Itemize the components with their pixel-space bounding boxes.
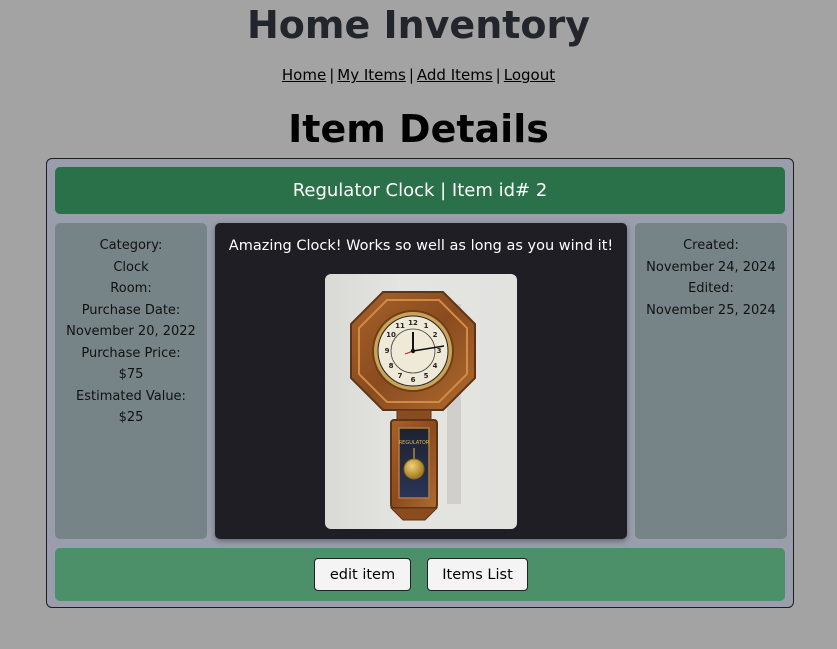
purchase-price-label: Purchase Price: xyxy=(81,345,181,361)
svg-text:4: 4 xyxy=(433,362,438,370)
items-list-button[interactable]: Items List xyxy=(427,558,528,591)
nav-link-logout[interactable]: Logout xyxy=(504,66,555,84)
purchase-date-value: November 20, 2022 xyxy=(66,324,196,339)
category-label: Category: xyxy=(99,238,163,253)
estimated-value-value: $25 xyxy=(118,410,144,425)
item-meta-panel: Created: November 24, 2024 Edited: Novem… xyxy=(635,223,787,539)
nav-separator: | xyxy=(495,66,501,84)
svg-text:9: 9 xyxy=(385,347,390,355)
purchase-price-value: $75 xyxy=(118,367,144,382)
item-description: Amazing Clock! Works so well as long as … xyxy=(228,238,614,254)
svg-text:1: 1 xyxy=(424,322,429,330)
room-label: Room: xyxy=(110,281,152,296)
regulator-clock-image: 12 1 2 3 4 5 6 7 8 9 10 11 REGULATOR xyxy=(350,291,476,521)
edited-value: November 25, 2024 xyxy=(646,302,776,318)
page-title: Item Details xyxy=(288,107,549,151)
svg-text:12: 12 xyxy=(408,319,418,327)
item-header: Regulator Clock | Item id# 2 xyxy=(55,167,785,214)
svg-text:3: 3 xyxy=(437,347,442,355)
item-info-panel: Category: Clock Room: Purchase Date: Nov… xyxy=(55,223,207,539)
estimated-value-label: Estimated Value: xyxy=(76,388,186,404)
item-description-panel: Amazing Clock! Works so well as long as … xyxy=(215,223,627,539)
created-value: November 24, 2024 xyxy=(646,259,776,275)
svg-text:6: 6 xyxy=(411,376,416,384)
svg-text:5: 5 xyxy=(424,372,429,380)
item-details-card: Regulator Clock | Item id# 2 Category: C… xyxy=(46,158,794,608)
category-value: Clock xyxy=(113,259,149,275)
clock-label-text: REGULATOR xyxy=(399,440,430,446)
actions-bar: edit item Items List xyxy=(55,548,785,601)
nav-separator: | xyxy=(329,66,335,84)
purchase-date-label: Purchase Date: xyxy=(81,302,181,318)
edit-item-button[interactable]: edit item xyxy=(314,558,411,591)
nav-link-home[interactable]: Home xyxy=(282,66,326,84)
edited-label: Edited: xyxy=(688,281,734,296)
svg-text:7: 7 xyxy=(398,372,403,380)
svg-text:10: 10 xyxy=(386,331,396,339)
created-label: Created: xyxy=(683,238,739,253)
svg-text:2: 2 xyxy=(433,331,438,339)
svg-text:11: 11 xyxy=(395,322,405,330)
item-photo: 12 1 2 3 4 5 6 7 8 9 10 11 REGULATOR xyxy=(325,274,517,529)
nav-link-my-items[interactable]: My Items xyxy=(337,66,406,84)
site-title: Home Inventory xyxy=(246,3,591,47)
main-nav: Home | My Items | Add Items | Logout xyxy=(0,64,837,86)
nav-separator: | xyxy=(408,66,414,84)
nav-link-add-items[interactable]: Add Items xyxy=(417,66,493,84)
svg-text:8: 8 xyxy=(389,362,394,370)
